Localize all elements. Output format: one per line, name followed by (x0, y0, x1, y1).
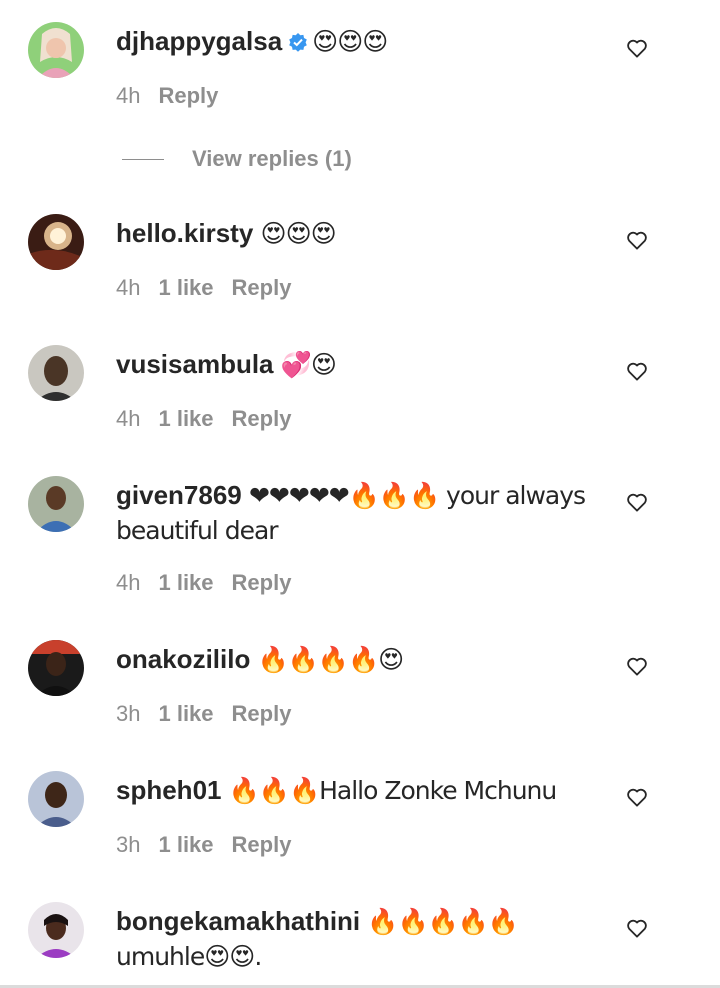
view-replies-button[interactable]: View replies (1) (122, 145, 352, 173)
reply-button[interactable]: Reply (232, 701, 292, 726)
username[interactable]: vusisambula (116, 349, 274, 379)
heart-outline-icon[interactable] (626, 361, 648, 381)
heart-outline-icon[interactable] (626, 492, 648, 512)
reply-button[interactable]: Reply (158, 83, 218, 108)
avatar[interactable] (28, 771, 84, 827)
avatar[interactable] (28, 345, 84, 401)
heart-outline-icon[interactable] (626, 918, 648, 938)
reply-button[interactable]: Reply (232, 406, 292, 431)
timestamp: 4h (116, 275, 141, 300)
reply-button[interactable]: Reply (232, 832, 292, 857)
comment-body: 🔥🔥🔥🔥😍 (257, 645, 405, 674)
timestamp: 3h (116, 832, 141, 857)
comment-meta: 4h Reply (116, 82, 236, 110)
comment-meta: 3h 1 like Reply (116, 831, 309, 859)
username[interactable]: djhappygalsa (116, 26, 282, 56)
comment-text: spheh01 🔥🔥🔥Hallo Zonke Mchunu (116, 773, 586, 808)
heart-outline-icon[interactable] (626, 787, 648, 807)
username[interactable]: onakozililo (116, 644, 250, 674)
comment-body: 🔥🔥🔥Hallo Zonke Mchunu (228, 776, 558, 805)
comment-meta: 4h 1 like Reply (116, 405, 309, 433)
username[interactable]: hello.kirsty (116, 218, 253, 248)
comment-text: onakozililo 🔥🔥🔥🔥😍 (116, 642, 586, 677)
verified-badge-icon (289, 33, 307, 52)
comment-body: 💞😍 (280, 350, 337, 379)
comment-meta: 4h 1 like Reply (116, 569, 309, 597)
reply-button[interactable]: Reply (232, 570, 292, 595)
likes-count[interactable]: 1 like (158, 406, 213, 431)
reply-button[interactable]: Reply (232, 275, 292, 300)
username[interactable]: bongekamakhathini (116, 906, 360, 936)
likes-count[interactable]: 1 like (158, 832, 213, 857)
timestamp: 4h (116, 570, 141, 595)
username[interactable]: spheh01 (116, 775, 222, 805)
heart-outline-icon[interactable] (626, 38, 648, 58)
avatar[interactable] (28, 22, 84, 78)
heart-outline-icon[interactable] (626, 230, 648, 250)
comment-meta: 4h 1 like Reply (116, 274, 309, 302)
comment-text: vusisambula 💞😍 (116, 347, 586, 382)
username[interactable]: given7869 (116, 480, 242, 510)
avatar[interactable] (28, 214, 84, 270)
avatar[interactable] (28, 640, 84, 696)
divider (122, 158, 164, 160)
comment-text: bongekamakhathini 🔥🔥🔥🔥🔥 umuhle😍😍. (116, 904, 586, 974)
comment-meta: 3h 1 like Reply (116, 700, 309, 728)
likes-count[interactable]: 1 like (158, 570, 213, 595)
comment-text: given7869 ❤❤❤❤❤🔥🔥🔥 your always beautiful… (116, 478, 586, 548)
comment-body: 😍😍😍 (260, 219, 337, 248)
likes-count[interactable]: 1 like (158, 701, 213, 726)
timestamp: 4h (116, 406, 141, 431)
heart-outline-icon[interactable] (626, 656, 648, 676)
timestamp: 3h (116, 701, 141, 726)
comment-text: hello.kirsty 😍😍😍 (116, 216, 586, 251)
avatar[interactable] (28, 476, 84, 532)
comment-body: 😍😍😍 (312, 27, 388, 56)
comment-text: djhappygalsa 😍😍😍 (116, 24, 586, 59)
likes-count[interactable]: 1 like (158, 275, 213, 300)
view-replies-label: View replies (1) (192, 146, 352, 171)
timestamp: 4h (116, 83, 141, 108)
avatar[interactable] (28, 902, 84, 958)
